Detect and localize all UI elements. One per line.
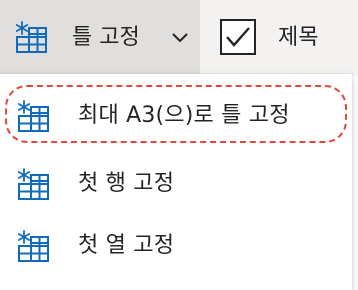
menu-item-label: 첫 열 고정: [78, 233, 175, 258]
menu-item-freeze-first-row[interactable]: 첫 행 고정: [0, 154, 352, 214]
freeze-panes-icon: [16, 229, 50, 263]
ribbon-toolbar: 틀 고정 제목: [0, 0, 358, 76]
freeze-panes-icon: [16, 167, 50, 201]
title-checkbox-label: 제목: [278, 25, 319, 50]
checkmark-icon[interactable]: [220, 19, 256, 55]
menu-item-label: 최대 A3(으)로 틀 고정: [78, 103, 290, 128]
title-checkbox[interactable]: 제목: [206, 0, 358, 76]
freeze-panes-icon: [16, 99, 50, 133]
menu-item-label: 첫 행 고정: [78, 171, 175, 196]
menu-item-freeze-up-to-a3[interactable]: 최대 A3(으)로 틀 고정: [0, 86, 352, 146]
menu-item-freeze-first-column[interactable]: 첫 열 고정: [0, 216, 352, 276]
freeze-panes-label: 틀 고정: [72, 25, 140, 50]
freeze-panes-button[interactable]: 틀 고정: [0, 0, 200, 76]
chevron-down-icon: [170, 28, 190, 48]
freeze-panes-menu: 최대 A3(으)로 틀 고정 첫 행 고정 첫 열 고정: [0, 74, 352, 290]
freeze-panes-icon: [14, 20, 48, 54]
